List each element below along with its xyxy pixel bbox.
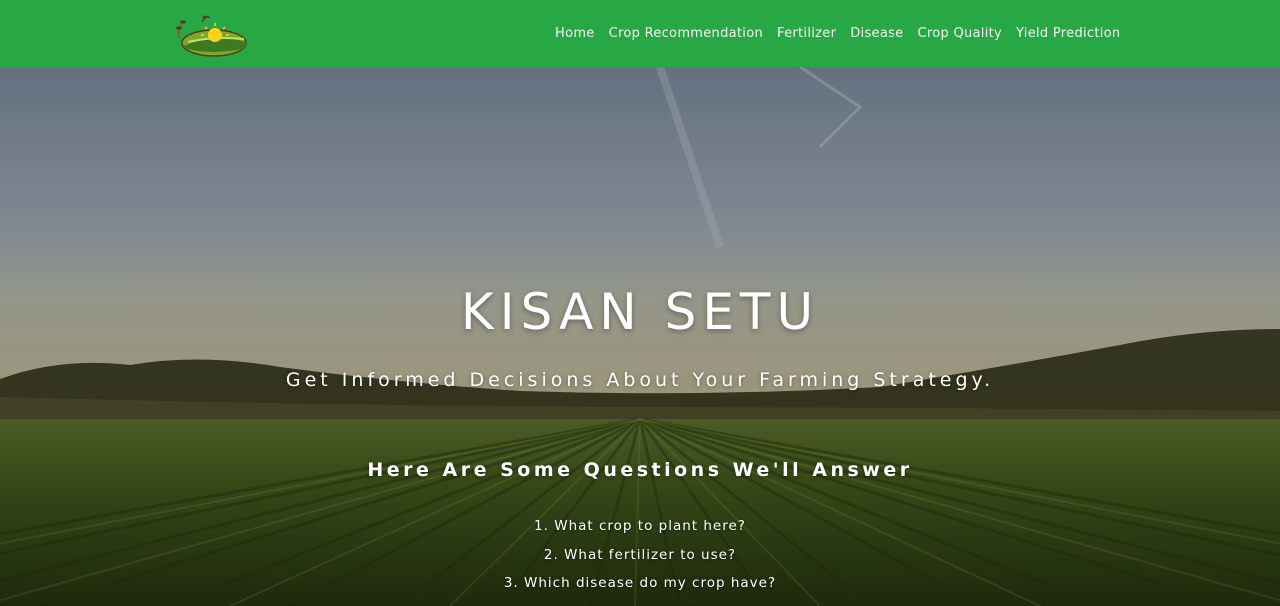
hero-subtitle: Get Informed Decisions About Your Farmin… bbox=[285, 369, 995, 391]
navbar: Home Crop Recommendation Fertilizer Dise… bbox=[0, 0, 1280, 67]
question-item: 1. What crop to plant here? bbox=[534, 518, 746, 534]
hero-title: KISAN SETU bbox=[460, 283, 820, 341]
nav-fertilizer[interactable]: Fertilizer bbox=[770, 26, 843, 41]
nav-disease[interactable]: Disease bbox=[843, 26, 910, 41]
nav-links: Home Crop Recommendation Fertilizer Dise… bbox=[548, 0, 1127, 67]
logo[interactable] bbox=[172, 8, 252, 58]
nav-yield-prediction[interactable]: Yield Prediction bbox=[1009, 26, 1127, 41]
question-item: 2. What fertilizer to use? bbox=[543, 546, 737, 563]
nav-crop-recommendation[interactable]: Crop Recommendation bbox=[602, 26, 770, 41]
questions-list: 1. What crop to plant here? 2. What fert… bbox=[0, 512, 1280, 606]
hero-content: KISAN SETU Get Informed Decisions About … bbox=[0, 67, 1280, 606]
nav-home[interactable]: Home bbox=[548, 26, 602, 41]
hero: KISAN SETU Get Informed Decisions About … bbox=[0, 67, 1280, 606]
nav-crop-quality[interactable]: Crop Quality bbox=[910, 26, 1009, 41]
question-item: 3. Which disease do my crop have? bbox=[503, 575, 777, 591]
question-item: 4. How to cure this disease? bbox=[0, 598, 1280, 606]
questions-heading: Here Are Some Questions We'll Answer bbox=[367, 459, 913, 481]
